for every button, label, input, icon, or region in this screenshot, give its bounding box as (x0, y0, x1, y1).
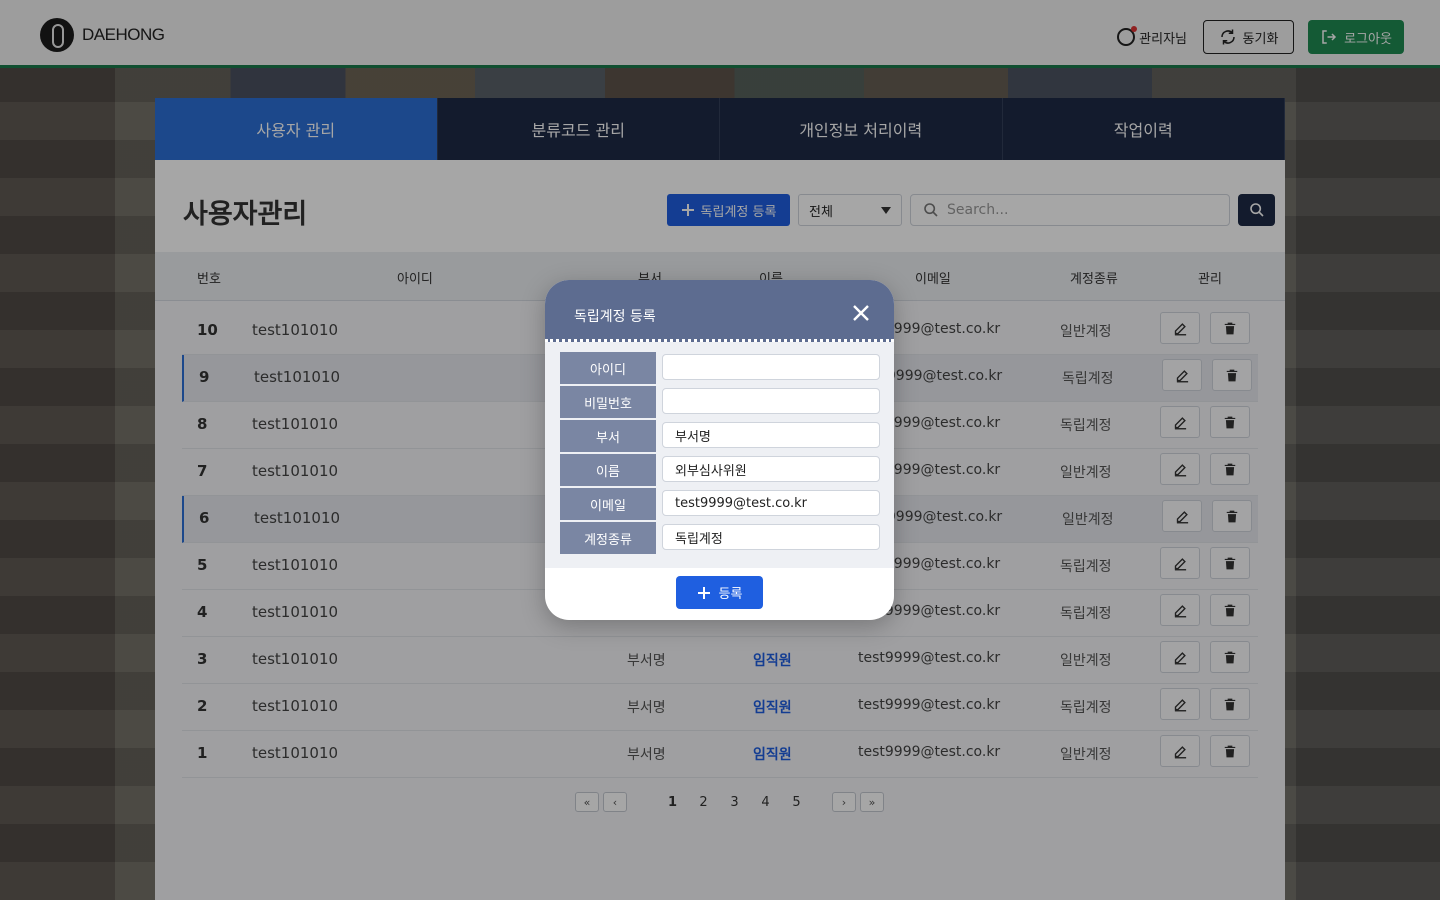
modal-title: 독립계정 등록 (574, 309, 656, 325)
modal-form: 아이디 비밀번호 부서 부서명 이름 외부심사위원 이메일 test9999@t… (545, 342, 894, 568)
department-field[interactable]: 부서명 (662, 422, 880, 448)
name-field[interactable]: 외부심사위원 (662, 456, 880, 482)
field-label: 아이디 (560, 352, 656, 386)
field-label: 이메일 (560, 488, 656, 522)
id-field[interactable] (662, 354, 880, 380)
plus-icon (697, 586, 710, 599)
field-label: 이름 (560, 454, 656, 488)
form-row-id: 아이디 (560, 352, 880, 386)
account-type-field[interactable]: 독립계정 (662, 524, 880, 550)
field-label: 계정종류 (560, 522, 656, 556)
form-row-password: 비밀번호 (560, 386, 880, 420)
modal-header: 독립계정 등록 (545, 280, 894, 342)
form-row-email: 이메일 test9999@test.co.kr (560, 488, 880, 522)
form-row-dept: 부서 부서명 (560, 420, 880, 454)
field-label: 비밀번호 (560, 386, 656, 420)
submit-register-button[interactable]: 등록 (676, 576, 763, 609)
email-field[interactable]: test9999@test.co.kr (662, 490, 880, 516)
submit-label: 등록 (718, 587, 743, 602)
form-row-account-type: 계정종류 독립계정 (560, 522, 880, 556)
field-label: 부서 (560, 420, 656, 454)
close-icon[interactable] (852, 304, 870, 322)
form-row-name: 이름 외부심사위원 (560, 454, 880, 488)
password-field[interactable] (662, 388, 880, 414)
register-account-modal: 독립계정 등록 아이디 비밀번호 부서 부서명 이름 외부심사위원 이메일 te… (545, 280, 894, 620)
